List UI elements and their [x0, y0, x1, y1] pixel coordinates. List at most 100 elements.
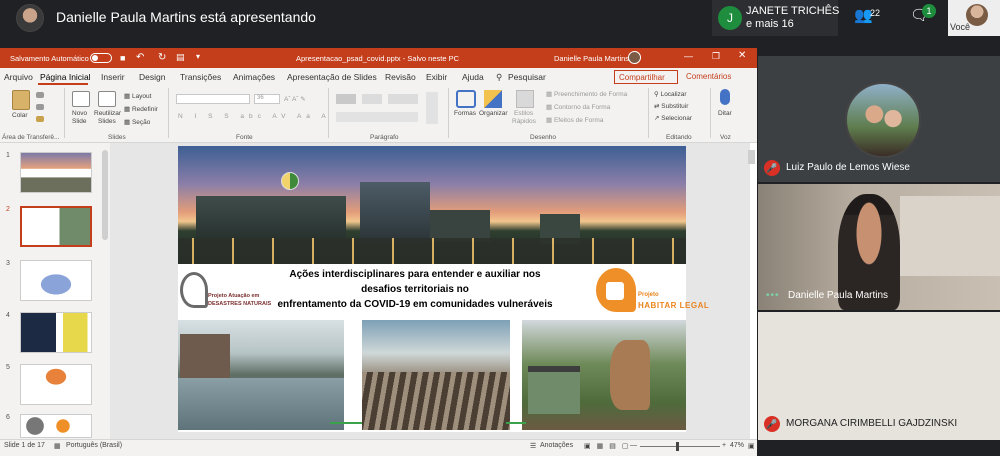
tab-apresentacao[interactable]: Apresentação de Slides: [287, 72, 377, 82]
tab-design[interactable]: Design: [139, 72, 165, 82]
close-icon[interactable]: ✕: [738, 50, 746, 61]
slide-thumbnail-4[interactable]: [20, 312, 92, 353]
slide-scrollbar[interactable]: [748, 150, 755, 164]
comments-button[interactable]: Comentários: [684, 70, 752, 84]
participant-name: Luiz Paulo de Lemos Wiese: [786, 162, 910, 173]
arrange-label[interactable]: Organizar: [479, 110, 508, 117]
reset-button[interactable]: ▦ Redefinir: [124, 105, 158, 113]
paste-label[interactable]: Colar: [12, 112, 28, 119]
tab-transicoes[interactable]: Transições: [180, 72, 221, 82]
zoom-in-icon[interactable]: +: [722, 442, 726, 449]
thumb-number: 5: [6, 364, 10, 371]
slide-thumbnail-2[interactable]: [20, 206, 92, 247]
quick-access-more-icon[interactable]: ▾: [196, 52, 200, 61]
university-logo-icon: [281, 172, 299, 190]
copy-icon[interactable]: [36, 104, 44, 110]
paste-icon[interactable]: [12, 90, 30, 110]
tab-inserir[interactable]: Inserir: [101, 72, 125, 82]
redo-icon[interactable]: ↻: [158, 52, 166, 63]
search-tab[interactable]: Pesquisar: [508, 72, 546, 82]
building-shape: [196, 196, 346, 242]
find-button[interactable]: ⚲ Localizar: [654, 90, 687, 98]
shapes-label[interactable]: Formas: [454, 110, 476, 117]
section-button[interactable]: ▦ Seção: [124, 118, 150, 126]
thumb-number: 2: [6, 206, 10, 213]
zoom-slider-track[interactable]: [640, 446, 720, 447]
reuse-slides-icon[interactable]: [98, 91, 116, 107]
font-style-icons[interactable]: N I S S abc AV Aa A A: [178, 113, 346, 120]
quick-styles-label[interactable]: Estilos: [514, 110, 533, 117]
format-painter-icon[interactable]: [36, 116, 44, 122]
bullets-icon[interactable]: [336, 94, 356, 104]
reuse-slides-label-2[interactable]: Slides: [98, 118, 116, 125]
slide-thumbnail-1[interactable]: [20, 152, 92, 193]
alignment-icons[interactable]: [336, 112, 418, 122]
slide-accent-line: [330, 422, 362, 424]
paragraph-group-label: Parágrafo: [370, 134, 399, 141]
dictate-label[interactable]: Ditar: [718, 110, 732, 117]
restore-icon[interactable]: ❐: [712, 51, 720, 62]
thumbnail-scrollbar[interactable]: [102, 150, 108, 240]
search-icon[interactable]: ⚲: [496, 72, 502, 83]
reuse-slides-label[interactable]: Reutilizar: [94, 110, 121, 117]
new-slide-icon[interactable]: [72, 91, 90, 107]
select-button[interactable]: ↗ Selecionar: [654, 114, 692, 122]
indent-icons[interactable]: [388, 94, 418, 104]
mic-off-icon: 🎤: [764, 160, 780, 176]
spellcheck-icon[interactable]: ▦: [54, 442, 61, 450]
tab-ajuda[interactable]: Ajuda: [462, 72, 484, 82]
shape-outline-button[interactable]: ▦ Contorno da Forma: [546, 103, 610, 111]
participant-avatar: [845, 82, 921, 158]
start-slideshow-icon[interactable]: ▤: [176, 52, 185, 63]
share-button[interactable]: Compartilhar: [614, 70, 678, 84]
account-avatar[interactable]: [628, 51, 641, 64]
font-size-box[interactable]: 36: [254, 94, 280, 104]
text-direction-icons[interactable]: [426, 92, 438, 124]
notes-button[interactable]: Anotações: [540, 442, 573, 449]
new-slide-label-2[interactable]: Slide: [72, 118, 86, 125]
zoom-level[interactable]: 47%: [730, 442, 744, 449]
slide-thumbnail-3[interactable]: [20, 260, 92, 301]
desastres-naturais-logo-icon: [180, 272, 208, 308]
slide-thumbnail-5[interactable]: [20, 364, 92, 405]
photo-house-shape: [528, 366, 580, 414]
grow-font-icon[interactable]: Aˆ Aˇ ✎: [284, 95, 306, 103]
save-icon[interactable]: ■: [120, 53, 125, 63]
tab-exibir[interactable]: Exibir: [426, 72, 447, 82]
layout-button[interactable]: ▦ Layout: [124, 92, 151, 100]
section-icon: ▦: [124, 119, 132, 126]
tab-pagina-inicial[interactable]: Página Inicial: [40, 72, 91, 82]
thumb-number: 1: [6, 152, 10, 159]
ribbon-separator: [168, 88, 169, 138]
zoom-slider-thumb[interactable]: [676, 442, 679, 451]
zoom-out-icon[interactable]: —: [630, 442, 637, 449]
shape-effects-button[interactable]: ▦ Efeitos de Forma: [546, 116, 603, 124]
arrange-icon[interactable]: [484, 90, 502, 108]
language-indicator[interactable]: Português (Brasil): [66, 442, 122, 449]
cut-icon[interactable]: [36, 92, 44, 98]
voice-group-label: Voz: [720, 134, 731, 141]
quick-styles-label-2[interactable]: Rápidos: [512, 118, 536, 125]
minimize-icon[interactable]: —: [684, 51, 693, 61]
slides-group-label: Slides: [108, 134, 126, 141]
microphone-icon[interactable]: [720, 89, 730, 105]
view-buttons-icons[interactable]: ▣▦▤▢: [584, 442, 634, 450]
shape-fill-label: Preenchimento de Forma: [553, 91, 628, 98]
mic-off-icon: 🎤: [764, 416, 780, 432]
featured-participant-avatar: J: [718, 6, 742, 30]
tab-arquivo[interactable]: Arquivo: [4, 72, 33, 82]
shapes-icon[interactable]: [456, 90, 476, 108]
numbering-icon[interactable]: [362, 94, 382, 104]
font-name-box[interactable]: [176, 94, 250, 104]
replace-button[interactable]: ⇄ Substituir: [654, 102, 688, 110]
account-name[interactable]: Danielle Paula Martins: [554, 54, 629, 63]
undo-icon[interactable]: ↶: [136, 52, 144, 63]
quick-styles-icon[interactable]: [516, 90, 534, 108]
shape-fill-button[interactable]: ▦ Preenchimento de Forma: [546, 90, 627, 98]
notes-icon[interactable]: ☰: [530, 442, 536, 450]
fit-slide-icon[interactable]: ▣: [748, 442, 755, 450]
slide-thumbnail-6[interactable]: [20, 414, 92, 438]
tab-revisao[interactable]: Revisão: [385, 72, 416, 82]
new-slide-label[interactable]: Novo: [72, 110, 87, 117]
tab-animacoes[interactable]: Animações: [233, 72, 275, 82]
